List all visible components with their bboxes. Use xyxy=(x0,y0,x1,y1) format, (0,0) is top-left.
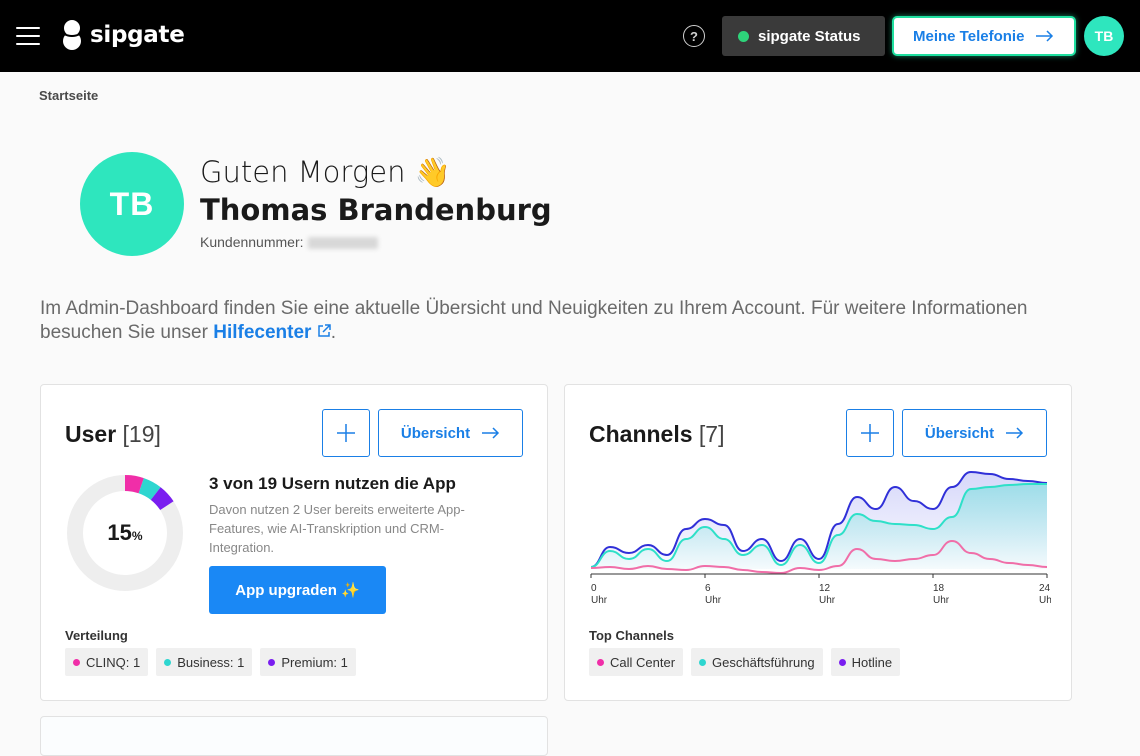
legend-dot-icon xyxy=(164,658,172,666)
status-label: sipgate Status xyxy=(758,27,861,45)
customer-number-value xyxy=(307,237,378,250)
arrow-right-icon xyxy=(1036,30,1054,42)
top-channels-chips: Call Center Geschäftsführung Hotline xyxy=(589,648,908,676)
channels-title-text: Channels xyxy=(589,421,693,447)
intro-tail: . xyxy=(330,322,336,343)
status-ok-icon xyxy=(738,30,749,42)
top-bar: sipgate ? sipgate Status Meine Telefonie… xyxy=(0,0,1140,72)
channels-activity-chart: 0Uhr6Uhr12Uhr18Uhr24Uhr xyxy=(590,470,1051,606)
users-title-text: User xyxy=(65,421,117,447)
legend-dot-icon xyxy=(268,658,276,666)
help-icon[interactable]: ? xyxy=(683,25,705,47)
x-tick-label: 24 xyxy=(1039,583,1051,594)
add-channel-button[interactable] xyxy=(846,409,894,457)
menu-icon[interactable] xyxy=(16,27,40,45)
sipgate-logo-icon xyxy=(63,20,81,50)
x-tick-unit: Uhr xyxy=(933,595,950,606)
distribution-chip: CLINQ: 1 xyxy=(65,648,149,676)
distribution-chip-label: Business: 1 xyxy=(177,654,245,670)
customer-number: Kundennummer: xyxy=(200,234,378,250)
breadcrumb[interactable]: Startseite xyxy=(39,88,98,103)
distribution-chips: CLINQ: 1 Business: 1 Premium: 1 xyxy=(65,648,364,676)
legend-dot-icon xyxy=(597,658,604,666)
legend-dot-icon xyxy=(838,658,846,666)
intro-text: Im Admin-Dashboard finden Sie eine aktue… xyxy=(40,297,1040,345)
x-tick-unit: Uhr xyxy=(591,595,608,606)
channels-overview-label: Übersicht xyxy=(924,424,995,442)
top-channel-chip-label: Call Center xyxy=(610,654,676,670)
distribution-chip-label: Premium: 1 xyxy=(281,654,348,670)
top-channel-chip: Geschäftsführung xyxy=(691,648,823,676)
users-overview-label: Übersicht xyxy=(400,424,471,442)
arrow-right-icon xyxy=(482,427,500,439)
users-overview-button[interactable]: Übersicht xyxy=(378,409,523,457)
percent-unit: % xyxy=(131,529,143,543)
sipgate-logo[interactable]: sipgate xyxy=(60,19,185,51)
user-name: Thomas Brandenburg xyxy=(200,193,552,227)
x-tick-label: 18 xyxy=(933,583,945,594)
profile-avatar: TB xyxy=(80,152,184,256)
app-usage-percent: 15% xyxy=(65,473,185,593)
meine-telefonie-button[interactable]: Meine Telefonie xyxy=(892,16,1076,56)
add-user-button[interactable] xyxy=(322,409,370,457)
distribution-chip: Premium: 1 xyxy=(260,648,356,676)
app-upgrade-button[interactable]: App upgraden ✨ xyxy=(209,566,386,614)
plus-icon xyxy=(337,424,355,442)
greeting: Guten Morgen 👋 xyxy=(200,155,451,189)
channels-count: [7] xyxy=(698,421,725,447)
channels-overview-button[interactable]: Übersicht xyxy=(902,409,1047,457)
x-tick-unit: Uhr xyxy=(1039,595,1051,606)
app-usage-description: Davon nutzen 2 User bereits erweiterte A… xyxy=(209,502,465,555)
top-channel-chip-label: Hotline xyxy=(851,654,893,670)
user-avatar[interactable]: TB xyxy=(1084,16,1124,56)
x-tick-unit: Uhr xyxy=(705,595,722,606)
external-link-icon xyxy=(317,324,331,337)
customer-number-label: Kundennummer: xyxy=(200,234,304,250)
percent-value: 15 xyxy=(107,520,132,545)
x-tick-unit: Uhr xyxy=(819,595,836,606)
top-channel-chip: Call Center xyxy=(589,648,684,676)
top-channel-chip-label: Geschäftsführung xyxy=(712,654,815,670)
users-title: User [19] xyxy=(65,421,161,448)
plus-icon xyxy=(861,424,879,442)
channels-title: Channels [7] xyxy=(589,421,725,448)
distribution-label: Verteilung xyxy=(65,628,128,643)
next-card xyxy=(40,716,548,756)
channels-card: Channels [7] Übersicht 0 Uhr 6 Uhr 12 Uhr 18 Uh… xyxy=(564,384,1072,701)
telefonie-label: Meine Telefonie xyxy=(913,27,1025,45)
distribution-chip: Business: 1 xyxy=(156,648,253,676)
x-tick-label: 6 xyxy=(705,583,711,594)
sipgate-status-button[interactable]: sipgate Status xyxy=(722,16,885,56)
x-tick-label: 12 xyxy=(819,583,831,594)
hilfecenter-label: Hilfecenter xyxy=(213,322,312,343)
intro-body: Im Admin-Dashboard finden Sie eine aktue… xyxy=(40,298,1028,343)
logo-text: sipgate xyxy=(90,22,185,48)
legend-dot-icon xyxy=(73,658,80,666)
top-channels-label: Top Channels xyxy=(589,628,674,643)
arrow-right-icon xyxy=(1006,427,1024,439)
users-card: User [19] Übersicht 15% 3 von 19 Usern n… xyxy=(40,384,548,701)
users-count: [19] xyxy=(122,421,161,447)
top-channel-chip: Hotline xyxy=(830,648,901,676)
x-tick-label: 0 xyxy=(591,583,597,594)
hilfecenter-link[interactable]: Hilfecenter xyxy=(213,322,331,343)
legend-dot-icon xyxy=(699,658,707,666)
distribution-chip-label: CLINQ: 1 xyxy=(86,654,141,670)
app-usage-title: 3 von 19 Usern nutzen die App xyxy=(209,474,456,493)
